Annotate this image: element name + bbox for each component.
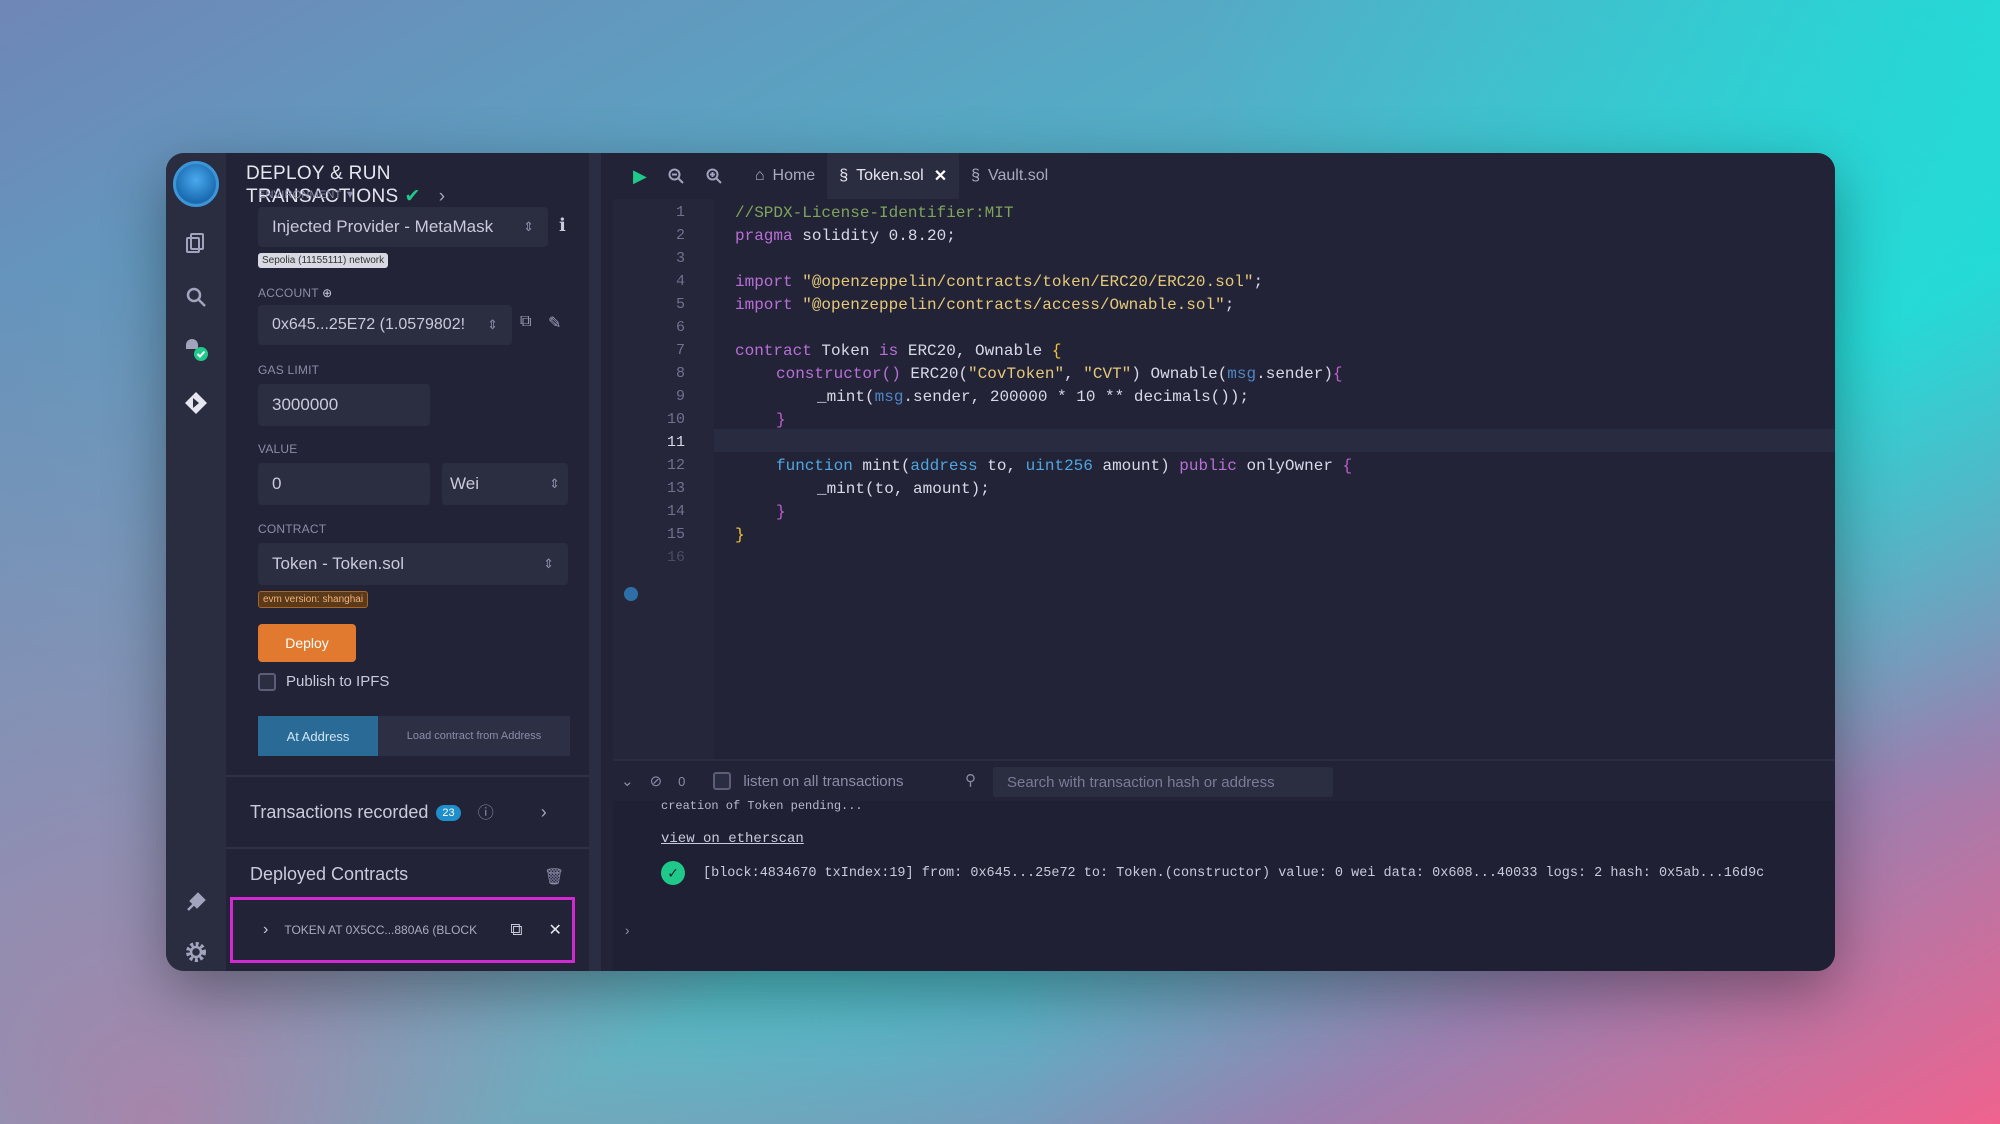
divider [226, 847, 589, 849]
value-input[interactable]: 0 [258, 463, 430, 505]
code-line: _mint(to, amount); [817, 480, 990, 498]
remix-ide-window: DEPLOY & RUN TRANSACTIONS ✔ › ENVIRONMENT … [166, 153, 1835, 971]
check-icon: ✔ [404, 186, 421, 207]
solidity-file-icon: § [839, 167, 849, 184]
panel-title: DEPLOY & RUN TRANSACTIONS ✔ › [246, 163, 446, 207]
select-arrows-icon: ⇕ [543, 556, 554, 571]
network-badge: Sepolia (11155111) network [258, 253, 389, 268]
solidity-compiler-icon[interactable] [182, 335, 210, 363]
solidity-file-icon: § [971, 167, 981, 184]
code-line: //SPDX-License-Identifier:MIT [735, 204, 1014, 222]
search-icon[interactable] [182, 283, 210, 311]
plugin-manager-icon[interactable] [182, 888, 210, 916]
deployed-contract-label: TOKEN AT 0X5CC...880A6 (BLOCK [284, 923, 478, 937]
select-arrows-icon: ⇕ [523, 219, 534, 234]
settings-gear-icon[interactable] [182, 938, 210, 966]
collapse-terminal-icon[interactable]: ⌄ [621, 772, 634, 790]
code-line: import "@openzeppelin/contracts/token/ER… [735, 273, 1264, 291]
success-check-icon: ✓ [661, 861, 685, 885]
pending-count: 0 [678, 773, 686, 789]
publish-ipfs-checkbox[interactable] [258, 673, 276, 691]
trash-icon[interactable]: 🗑 [544, 867, 564, 887]
copy-address-icon[interactable]: ⧉ [510, 920, 522, 940]
editor-tabs: ▶ ⌂ Home § Token.sol ✕ § Vault.sol [613, 153, 1835, 199]
code-line: contract Token is ERC20, Ownable { [735, 342, 1062, 360]
contract-select[interactable]: Token - Token.sol ⇕ [258, 543, 568, 585]
terminal-output: creation of Token pending... view on eth… [613, 799, 1835, 971]
code-line: pragma solidity 0.8.20; [735, 227, 956, 245]
deployed-contract-item[interactable]: › TOKEN AT 0X5CC...880A6 (BLOCK ⧉ ✕ [230, 897, 575, 963]
code-line: import "@openzeppelin/contracts/access/O… [735, 296, 1235, 314]
deploy-button[interactable]: Deploy [258, 624, 356, 662]
chevron-right-icon[interactable]: › [439, 186, 446, 207]
gas-limit-input[interactable]: 3000000 [258, 384, 430, 426]
copy-icon[interactable]: ⧉ [520, 313, 531, 331]
transaction-log-line[interactable]: [block:4834670 txIndex:19] from: 0x645..… [703, 866, 1833, 881]
search-icon: ⚲ [965, 772, 976, 789]
select-arrows-icon: ⇕ [487, 317, 498, 332]
deploy-run-icon[interactable] [182, 389, 210, 417]
code-line: constructor() ERC20("CovToken", "CVT") O… [776, 365, 1343, 383]
zoom-in-icon[interactable] [705, 167, 723, 185]
breakpoint-marker-icon[interactable] [624, 587, 638, 601]
tab-token-sol[interactable]: § Token.sol ✕ [827, 153, 960, 199]
contract-label: CONTRACT [258, 522, 327, 536]
run-icon[interactable]: ▶ [633, 166, 647, 187]
remix-logo-icon[interactable] [173, 161, 219, 207]
divider [226, 775, 589, 777]
zoom-out-icon[interactable] [667, 167, 685, 185]
icon-rail [166, 153, 226, 971]
terminal-prompt-icon[interactable]: › [623, 924, 631, 940]
info-icon[interactable]: ⓘ [478, 805, 494, 822]
terminal-toolbar: ⌄ ⊘ 0 listen on all transactions ⚲ Searc… [613, 759, 1835, 801]
listen-all-label: listen on all transactions [743, 772, 904, 790]
environment-select[interactable]: Injected Provider - MetaMask ⇕ [258, 207, 548, 247]
gas-limit-label: GAS LIMIT [258, 363, 320, 377]
code-line: _mint(msg.sender, 200000 * 10 ** decimal… [817, 388, 1250, 406]
at-address-group: At Address Load contract from Address [258, 716, 570, 756]
at-address-button[interactable]: At Address [258, 716, 378, 756]
publish-ipfs-label: Publish to IPFS [286, 673, 390, 690]
chevron-right-icon[interactable]: › [541, 802, 547, 822]
tab-home[interactable]: ⌂ Home [743, 153, 827, 199]
info-icon[interactable]: ℹ [559, 215, 566, 236]
funnel-icon[interactable]: ▼ [345, 189, 356, 201]
tab-vault-sol[interactable]: § Vault.sol [959, 153, 1060, 199]
close-icon[interactable]: ✕ [548, 920, 561, 940]
add-account-icon[interactable]: ⊕ [322, 286, 332, 300]
value-label: VALUE [258, 442, 298, 456]
account-label: ACCOUNT ⊕ [258, 286, 333, 300]
listen-all-checkbox[interactable] [713, 772, 732, 790]
transactions-recorded[interactable]: Transactions recorded 23 ⓘ › [250, 799, 547, 823]
value-unit-select[interactable]: Wei ⇕ [442, 463, 568, 505]
select-arrows-icon: ⇕ [549, 476, 560, 491]
code-editor[interactable]: 1//SPDX-License-Identifier:MIT 2 pragma s… [613, 199, 1835, 759]
file-explorer-icon[interactable] [182, 229, 210, 257]
code-line: } [776, 503, 786, 521]
etherscan-link[interactable]: view on etherscan [661, 831, 804, 847]
chevron-right-icon[interactable]: › [263, 921, 268, 939]
code-line: } [735, 526, 745, 544]
home-icon: ⌂ [754, 167, 765, 184]
deploy-run-panel: DEPLOY & RUN TRANSACTIONS ✔ › ENVIRONMENT … [226, 153, 601, 971]
clear-console-icon[interactable]: ⊘ [650, 772, 663, 790]
evm-version-badge: evm version: shanghai [258, 591, 369, 608]
transaction-search-input[interactable]: Search with transaction hash or address [993, 767, 1333, 797]
transactions-count-badge: 23 [436, 805, 461, 822]
account-select[interactable]: 0x645...25E72 (1.0579802! ⇕ [258, 305, 512, 345]
pending-message: creation of Token pending... [661, 799, 863, 813]
code-line: } [776, 411, 786, 429]
load-contract-input[interactable]: Load contract from Address [378, 716, 570, 756]
environment-label: ENVIRONMENT ▼ [258, 189, 356, 201]
close-tab-icon[interactable]: ✕ [934, 166, 947, 186]
code-line: function mint(address to, uint256 amount… [776, 457, 1353, 475]
deployed-contracts-title: Deployed Contracts [250, 864, 409, 884]
edit-icon[interactable]: ✎ [548, 313, 561, 333]
